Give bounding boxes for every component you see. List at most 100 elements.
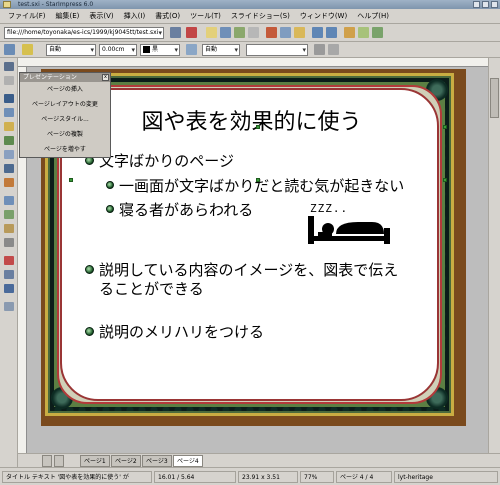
app-icon: [3, 1, 11, 8]
line-color-select[interactable]: 黒: [140, 44, 180, 56]
menu-window[interactable]: ウィンドウ(W): [296, 11, 351, 21]
bullet-text-5[interactable]: 説明のメリハリをつける: [99, 323, 264, 341]
url-field[interactable]: file:///home/toyonaka/es-ics/1999/kj9045…: [4, 27, 164, 39]
status-zoom[interactable]: 77%: [300, 471, 334, 483]
tab-nav-first[interactable]: [42, 455, 52, 467]
menu-view[interactable]: 表示(V): [85, 11, 117, 21]
menu-edit[interactable]: 編集(E): [52, 11, 84, 21]
3d-effects-icon[interactable]: [4, 284, 14, 293]
3d-object-icon[interactable]: [4, 136, 14, 145]
menu-format[interactable]: 書式(O): [151, 11, 184, 21]
window-title: test.sxi - StarImpress 6.0: [18, 1, 94, 8]
line-icon[interactable]: [4, 164, 14, 173]
expand-page-item[interactable]: ページを増やす: [20, 143, 110, 156]
shadow-icon[interactable]: [314, 44, 325, 55]
paste-icon[interactable]: [294, 27, 305, 38]
undo-icon[interactable]: [312, 27, 323, 38]
rectangle-icon[interactable]: [4, 108, 14, 117]
selection-handle[interactable]: [443, 125, 447, 129]
status-page: ページ 4 / 4: [336, 471, 392, 483]
menu-file[interactable]: ファイル(F): [4, 11, 50, 21]
arrange-icon[interactable]: [4, 224, 14, 233]
bullet-text-2[interactable]: 一画面が文字ばかりだと読む気が起きない: [119, 177, 404, 195]
scroll-thumb[interactable]: [490, 78, 499, 118]
alignment-icon[interactable]: [4, 210, 14, 219]
ellipse-icon[interactable]: [4, 122, 14, 131]
line-width-field[interactable]: 0.00cm: [99, 44, 137, 56]
cut-icon[interactable]: [266, 27, 277, 38]
arrow-style-icon[interactable]: [22, 44, 33, 55]
selection-handle[interactable]: [256, 125, 260, 129]
panel-close-button[interactable]: x: [102, 74, 109, 81]
interaction-icon[interactable]: [4, 270, 14, 279]
presentation-panel: プレゼンテーション x ページの挿入 ページレイアウトの変更 ページスタイル..…: [19, 72, 111, 158]
minimize-button[interactable]: [473, 1, 480, 8]
curve-icon[interactable]: [4, 150, 14, 159]
page-style-item[interactable]: ページスタイル...: [20, 113, 110, 126]
area-fill-select[interactable]: [246, 44, 308, 56]
rotate-icon[interactable]: [4, 196, 14, 205]
selection-handle[interactable]: [256, 178, 260, 182]
status-layout: lyt-heritage: [394, 471, 498, 483]
status-size: 23.91 x 3.51: [238, 471, 298, 483]
title-bar: test.sxi - StarImpress 6.0: [0, 0, 500, 9]
line-style-select[interactable]: 自動: [46, 44, 96, 56]
insert-page-item[interactable]: ページの挿入: [20, 83, 110, 96]
menu-tools[interactable]: ツール(T): [186, 11, 225, 21]
close-button[interactable]: [491, 1, 498, 8]
select-icon[interactable]: [4, 62, 14, 71]
sleeping-person-icon: [308, 216, 390, 244]
horizontal-ruler[interactable]: [18, 58, 488, 67]
stop-icon[interactable]: [186, 27, 197, 38]
save-icon[interactable]: [220, 27, 231, 38]
bullet-icon: [106, 181, 114, 189]
bullet-text-4-cont[interactable]: ることができる: [99, 280, 204, 298]
bullet-text-1[interactable]: 文字ばかりのページ: [99, 152, 234, 170]
area-icon[interactable]: [186, 44, 197, 55]
menu-bar: ファイル(F) 編集(E) 表示(V) 挿入(I) 書式(O) ツール(T) ス…: [0, 9, 500, 24]
tab-page-4[interactable]: ページ4: [173, 455, 203, 467]
copy-icon[interactable]: [280, 27, 291, 38]
open-icon[interactable]: [206, 27, 217, 38]
line-style-icon[interactable]: [4, 44, 15, 55]
tab-page-3[interactable]: ページ3: [142, 455, 172, 467]
zoom-icon[interactable]: [4, 76, 14, 85]
tab-nav-prev[interactable]: [54, 455, 64, 467]
bullet-icon: [85, 327, 94, 336]
status-object: タイトル テキスト '図や表を効果的に使う' が: [2, 471, 152, 483]
area-style-select[interactable]: 自動: [202, 44, 240, 56]
datasource-icon[interactable]: [372, 27, 383, 38]
menu-insert[interactable]: 挿入(I): [120, 11, 150, 21]
position-icon[interactable]: [328, 44, 339, 55]
color-swatch: [143, 46, 150, 53]
panel-title: プレゼンテーション: [20, 73, 110, 82]
tab-page-2[interactable]: ページ2: [111, 455, 141, 467]
page-tabs-bar: ページ1 ページ2 ページ3 ページ4: [18, 453, 500, 467]
connector-icon[interactable]: [4, 178, 14, 187]
tab-page-1[interactable]: ページ1: [80, 455, 110, 467]
gallery-icon[interactable]: [358, 27, 369, 38]
object-toolbar: 自動 0.00cm 黒 自動: [0, 42, 500, 58]
duplicate-page-item[interactable]: ページの複製: [20, 128, 110, 141]
redo-icon[interactable]: [326, 27, 337, 38]
slide-title[interactable]: 図や表を効果的に使う: [62, 104, 437, 136]
mail-icon[interactable]: [234, 27, 245, 38]
status-position: 16.01 / 5.64: [154, 471, 236, 483]
change-layout-item[interactable]: ページレイアウトの変更: [20, 98, 110, 111]
slide-show-icon[interactable]: [4, 302, 14, 311]
navigator-icon[interactable]: [344, 27, 355, 38]
effects-icon[interactable]: [4, 256, 14, 265]
bullet-text-4[interactable]: 説明している内容のイメージを、図表で伝え: [99, 261, 398, 279]
vertical-scrollbar[interactable]: [488, 58, 500, 453]
print-icon[interactable]: [248, 27, 259, 38]
insert-object-icon[interactable]: [4, 238, 14, 247]
text-icon[interactable]: [4, 94, 14, 103]
edit-file-icon[interactable]: [170, 27, 181, 38]
menu-help[interactable]: ヘルプ(H): [353, 11, 393, 21]
selection-handle[interactable]: [443, 178, 447, 182]
selection-handle[interactable]: [69, 178, 73, 182]
bullet-text-3[interactable]: 寝る者があらわれる: [119, 201, 253, 219]
menu-slideshow[interactable]: スライドショー(S): [227, 11, 294, 21]
status-bar: タイトル テキスト '図や表を効果的に使う' が 16.01 / 5.64 23…: [0, 467, 500, 485]
maximize-button[interactable]: [482, 1, 489, 8]
